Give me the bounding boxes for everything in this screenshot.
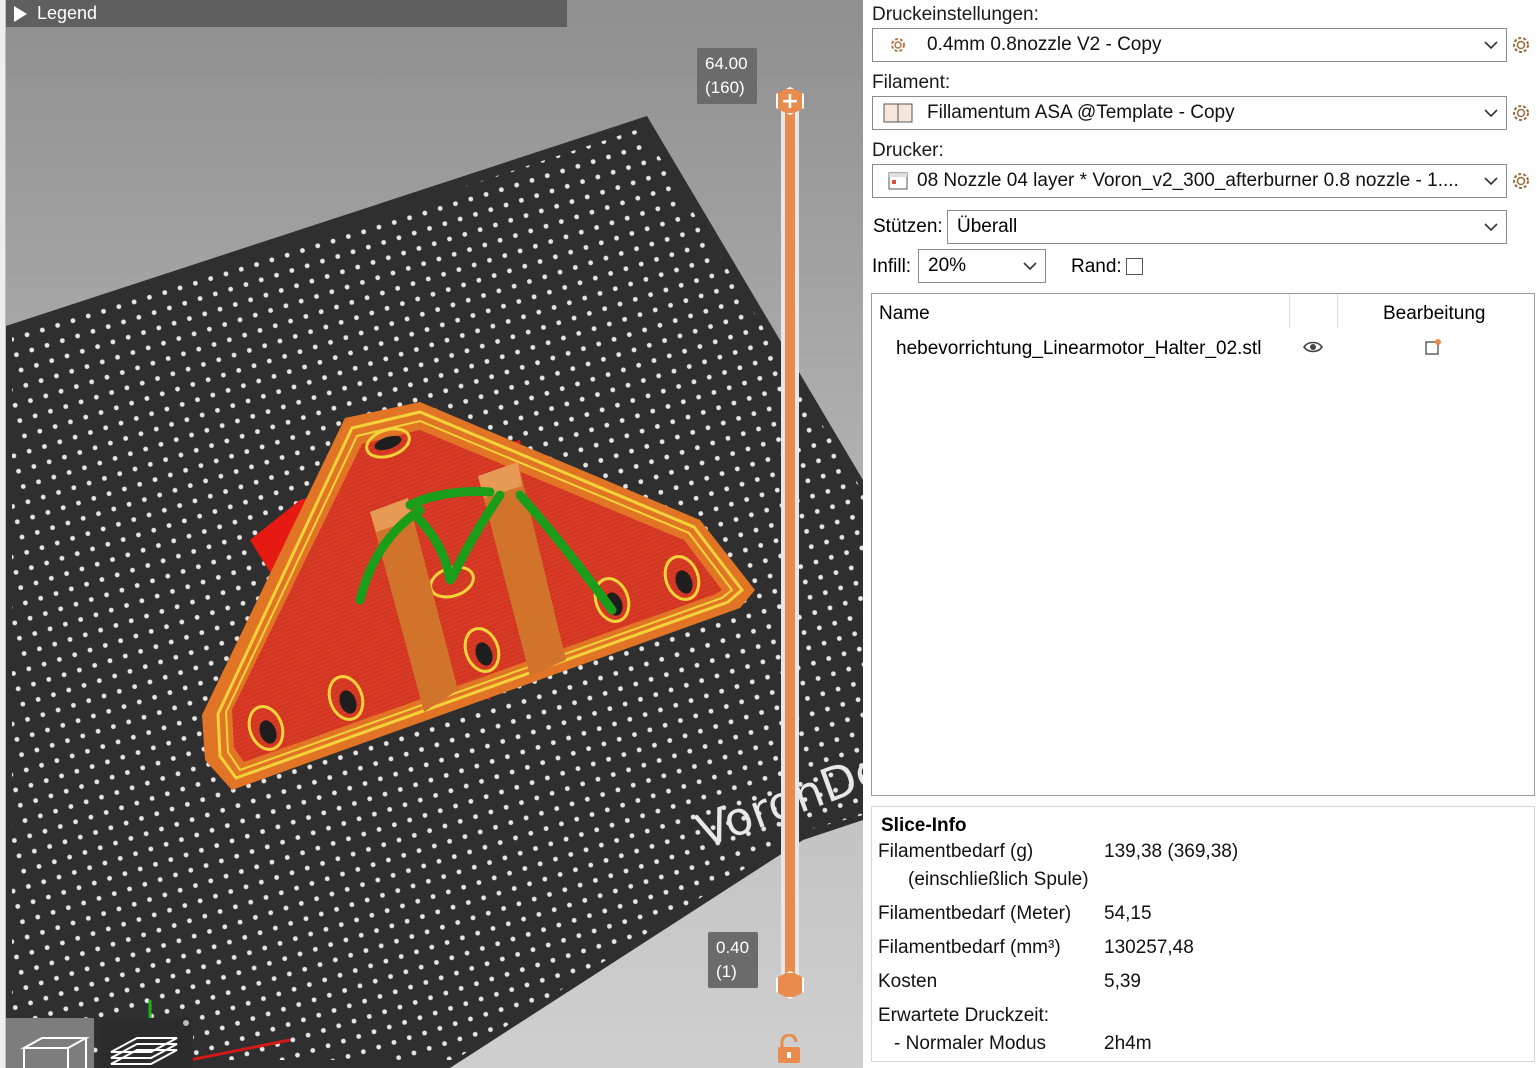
print-settings-value: 0.4mm 0.8nozzle V2 - Copy bbox=[927, 34, 1162, 55]
legend-toggle[interactable]: Legend bbox=[6, 0, 567, 27]
supports-label: Stützen: bbox=[873, 216, 943, 237]
infill-label: Infill: bbox=[872, 256, 912, 277]
slice-info-label: Filamentbedarf (Meter) bbox=[878, 903, 1072, 924]
3d-viewport[interactable]: VoronDe Legend + 64.00 (160) 0.40 (1) bbox=[0, 0, 863, 1068]
view-3d-button[interactable] bbox=[6, 1018, 94, 1068]
slice-info-label: - Normaler Modus bbox=[894, 1033, 1047, 1054]
filament-color-icon bbox=[883, 101, 913, 125]
layer-top-height: 64.00 bbox=[705, 54, 748, 73]
printer-icon bbox=[883, 169, 913, 193]
slice-info-value: 2h4m bbox=[1104, 1033, 1152, 1054]
slice-info-label: Filamentbedarf (g) bbox=[878, 841, 1034, 862]
chevron-down-icon bbox=[1476, 177, 1506, 185]
slice-info-title: Slice-Info bbox=[881, 815, 967, 836]
infill-combo[interactable]: 20% bbox=[918, 249, 1046, 283]
slice-info-panel: Slice-Info Filamentbedarf (g) 139,38 (36… bbox=[871, 806, 1535, 1062]
slice-info-label: Kosten bbox=[878, 971, 938, 992]
right-sidebar: Druckeinstellungen: 0.4mm 0.8nozzle V2 -… bbox=[863, 0, 1537, 1068]
chevron-down-icon bbox=[1015, 262, 1045, 270]
filament-label: Filament: bbox=[872, 72, 951, 93]
cube-icon bbox=[20, 1037, 90, 1068]
expand-triangle-icon bbox=[14, 5, 27, 22]
print-settings-combo[interactable]: 0.4mm 0.8nozzle V2 - Copy bbox=[872, 28, 1507, 62]
slice-info-value: 130257,48 bbox=[1104, 937, 1194, 958]
filament-combo[interactable]: Fillamentum ASA @Template - Copy bbox=[872, 96, 1507, 130]
supports-combo[interactable]: Überall bbox=[947, 210, 1507, 244]
printer-label: Drucker: bbox=[872, 140, 944, 161]
layer-bottom-readout: 0.40 (1) bbox=[708, 932, 758, 988]
eye-icon[interactable] bbox=[1303, 339, 1323, 355]
chevron-down-icon bbox=[1476, 41, 1506, 49]
printer-combo[interactable]: 08 Nozzle 04 layer * Voron_v2_300_afterb… bbox=[872, 164, 1507, 198]
slice-info-value: 54,15 bbox=[1104, 903, 1152, 924]
plus-icon[interactable]: + bbox=[776, 87, 804, 115]
print-bed-scene[interactable]: VoronDe bbox=[0, 0, 863, 1068]
filament-gear-icon[interactable] bbox=[1510, 102, 1532, 124]
slice-info-value: 139,38 (369,38) bbox=[1104, 841, 1239, 862]
printer-value: 08 Nozzle 04 layer * Voron_v2_300_afterb… bbox=[917, 170, 1459, 191]
brim-label: Rand: bbox=[1071, 256, 1122, 277]
supports-value: Überall bbox=[957, 216, 1018, 237]
slice-info-label: Filamentbedarf (mm³) bbox=[878, 937, 1061, 958]
infill-value: 20% bbox=[928, 255, 967, 276]
object-list[interactable]: Name Bearbeitung hebevorrichtung_Linearm… bbox=[871, 293, 1535, 796]
object-row-name[interactable]: hebevorrichtung_Linearmotor_Halter_02.st… bbox=[896, 338, 1261, 360]
chevron-down-icon bbox=[1476, 223, 1506, 231]
column-header-edit[interactable]: Bearbeitung bbox=[1383, 303, 1485, 325]
print-settings-label: Druckeinstellungen: bbox=[872, 4, 1039, 25]
layers-icon bbox=[110, 1037, 178, 1065]
legend-label: Legend bbox=[37, 3, 98, 23]
unlock-icon[interactable] bbox=[776, 1034, 802, 1064]
layer-bottom-number: (1) bbox=[716, 962, 737, 981]
column-header-name[interactable]: Name bbox=[879, 303, 930, 325]
left-edge-strip bbox=[0, 0, 6, 1068]
layer-top-number: (160) bbox=[705, 78, 745, 97]
printer-gear-icon[interactable] bbox=[1510, 170, 1532, 192]
slice-info-label: (einschließlich Spule) bbox=[908, 869, 1089, 890]
chevron-down-icon bbox=[1476, 109, 1506, 117]
view-preview-button[interactable] bbox=[101, 1018, 193, 1068]
edit-object-icon[interactable] bbox=[1425, 338, 1443, 356]
print-settings-gear-icon[interactable] bbox=[1510, 34, 1532, 56]
cog-icon bbox=[883, 33, 913, 57]
layer-bottom-height: 0.40 bbox=[716, 938, 750, 957]
layer-top-readout: 64.00 (160) bbox=[697, 48, 757, 104]
layer-slider-range bbox=[785, 100, 795, 988]
slice-info-label: Erwartete Druckzeit: bbox=[878, 1005, 1050, 1026]
brim-checkbox[interactable] bbox=[1126, 258, 1143, 275]
slice-info-value: 5,39 bbox=[1104, 971, 1141, 992]
filament-value: Fillamentum ASA @Template - Copy bbox=[927, 102, 1235, 123]
